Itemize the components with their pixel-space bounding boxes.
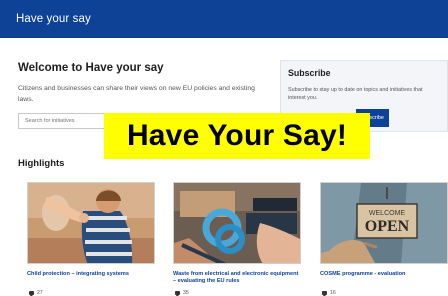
comment-count-value: 35 xyxy=(183,290,189,296)
comment-bubble-icon xyxy=(29,291,34,296)
electronic-waste-image[interactable] xyxy=(173,182,301,264)
have-your-say-page: Have your say Welcome to Have your say C… xyxy=(0,0,448,296)
highlight-card[interactable]: WELCOME OPEN COSME programme - evaluatio… xyxy=(320,182,448,296)
welcome-description: Citizens and businesses can share their … xyxy=(18,85,255,103)
welcome-sign-text: WELCOME xyxy=(369,210,406,217)
highlight-card-title[interactable]: Waste from electrical and electronic equ… xyxy=(173,271,301,285)
comment-bubble-icon xyxy=(322,291,327,296)
subscribe-description: Subscribe to stay up to date on topics a… xyxy=(288,87,423,101)
highlights-title: Highlights xyxy=(18,158,65,169)
search-box[interactable] xyxy=(18,113,106,129)
open-sign-image[interactable]: WELCOME OPEN xyxy=(320,182,448,264)
top-header: Have your say xyxy=(0,0,448,38)
highlight-card[interactable]: Waste from electrical and electronic equ… xyxy=(173,182,301,296)
comment-count: 27 xyxy=(29,290,43,296)
promo-overlay-banner: Have Your Say! xyxy=(104,113,370,159)
site-title[interactable]: Have your say xyxy=(16,13,91,25)
highlight-card-title[interactable]: Child protection – integrating systems xyxy=(27,271,155,278)
comment-count-value: 16 xyxy=(330,290,336,296)
child-protection-image[interactable] xyxy=(27,182,155,264)
comment-count-value: 27 xyxy=(37,290,43,296)
open-sign-text: OPEN xyxy=(365,218,410,235)
highlight-card-title[interactable]: COSME programme - evaluation xyxy=(320,271,448,278)
comment-count: 16 xyxy=(322,290,336,296)
welcome-title: Welcome to Have your say xyxy=(18,62,164,74)
subscribe-title: Subscribe xyxy=(288,68,331,78)
highlight-card[interactable]: Child protection – integrating systems 2… xyxy=(27,182,155,296)
comment-count: 35 xyxy=(175,290,189,296)
promo-overlay-text: Have Your Say! xyxy=(126,119,348,152)
comment-bubble-icon xyxy=(175,291,180,296)
search-input[interactable] xyxy=(23,117,105,125)
